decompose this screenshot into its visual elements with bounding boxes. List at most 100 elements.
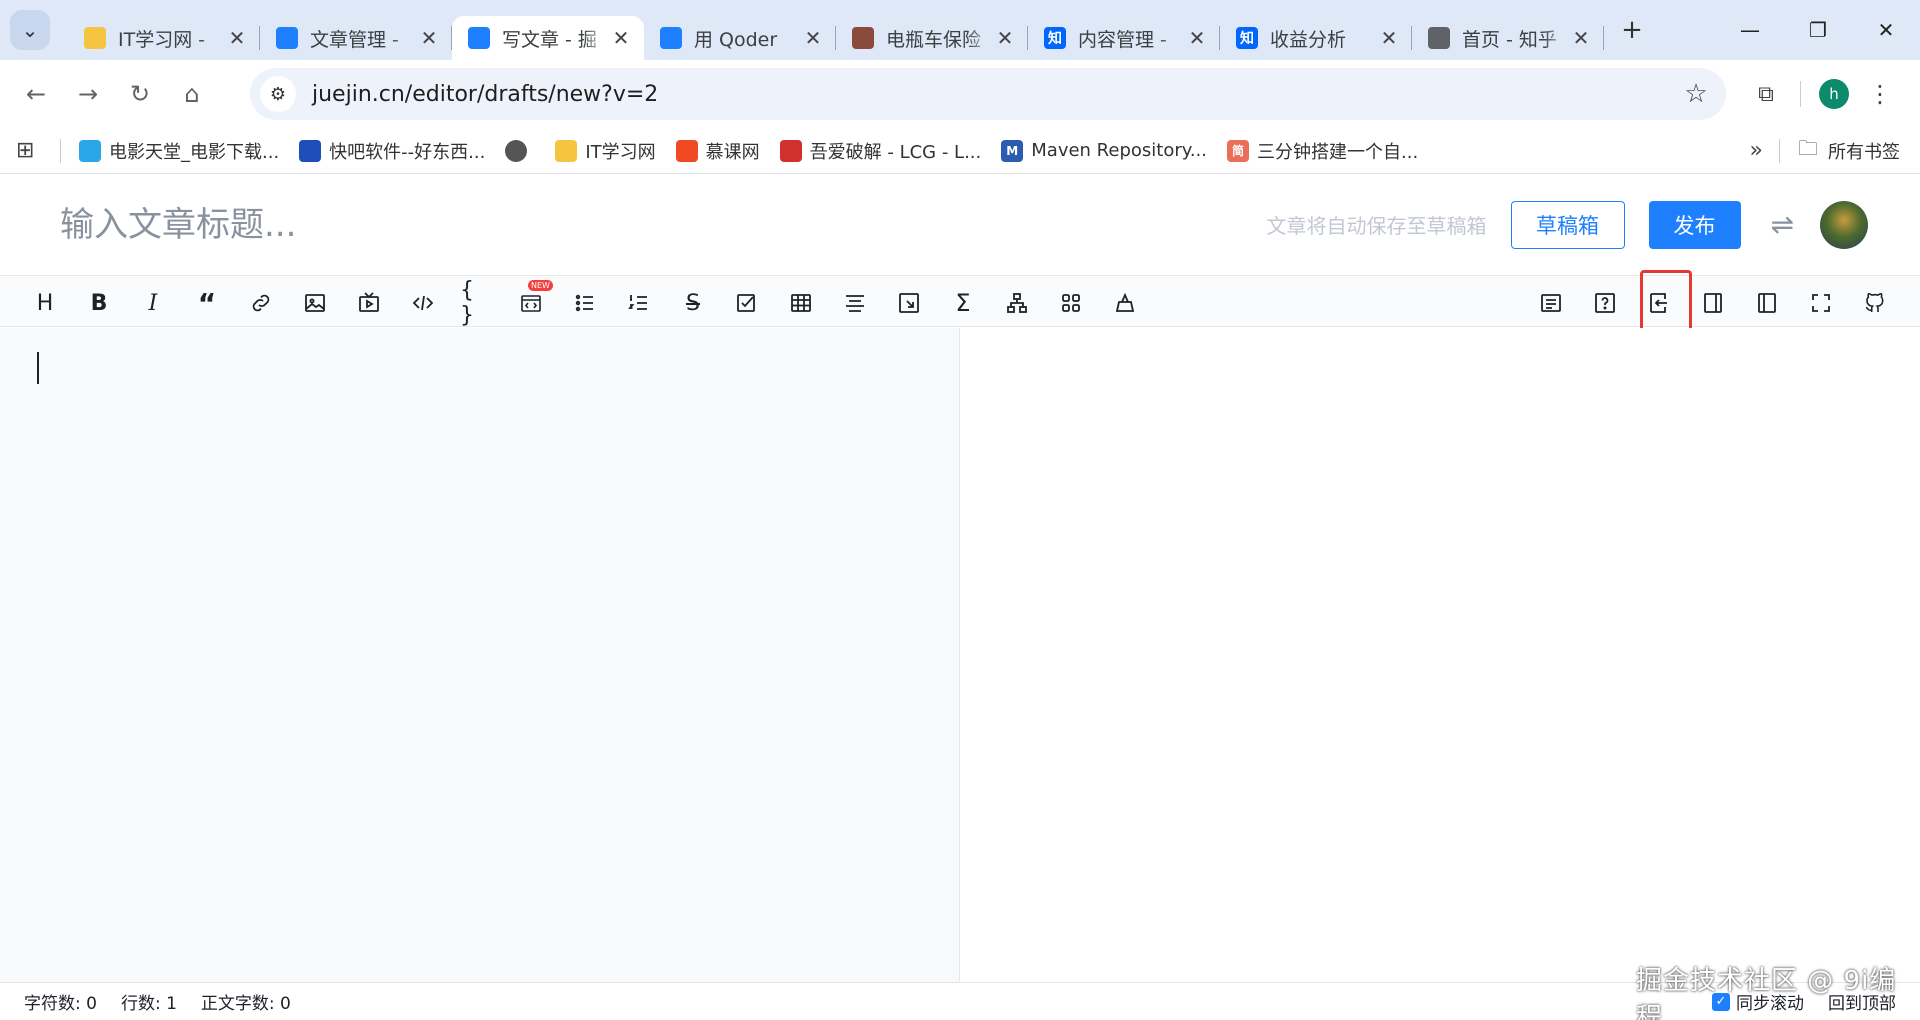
- bookmarks-divider: [60, 138, 61, 163]
- strikethrough-icon[interactable]: S: [676, 286, 710, 320]
- fullscreen-icon[interactable]: [1804, 286, 1838, 320]
- tab-close-icon[interactable]: ✕: [418, 26, 440, 50]
- switch-editor-icon[interactable]: ⇌: [1771, 208, 1794, 241]
- tab-close-icon[interactable]: ✕: [1186, 26, 1208, 50]
- address-bar[interactable]: ⚙ juejin.cn/editor/drafts/new?v=2 ☆: [250, 68, 1726, 120]
- bookmark-list: 电影天堂_电影下载... 快吧软件--好东西... IT学习网 慕课网 吾爱破解 - L…: [79, 138, 1438, 164]
- tab-close-icon[interactable]: ✕: [610, 26, 632, 50]
- tab-close-icon[interactable]: ✕: [1570, 26, 1592, 50]
- browser-tab[interactable]: 首页 - 知乎 ✕: [1412, 16, 1604, 60]
- drafts-button[interactable]: 草稿箱: [1510, 200, 1625, 249]
- image-icon[interactable]: [298, 286, 332, 320]
- theme-icon[interactable]: [1108, 286, 1142, 320]
- tab-title: IT学习网 -: [118, 28, 206, 51]
- tab-close-icon[interactable]: ✕: [994, 26, 1016, 50]
- code-snippet-icon[interactable]: NEW: [514, 280, 553, 320]
- table-icon[interactable]: [784, 286, 818, 320]
- reload-button[interactable]: ↻: [114, 68, 166, 120]
- markdown-toolbar: H B I “ { } NEW S Σ: [0, 277, 1920, 328]
- edit-only-icon[interactable]: [1696, 286, 1730, 320]
- restore-icon: ❐: [1809, 18, 1827, 42]
- bookmark-item[interactable]: 简三分钟搭建一个自...: [1227, 138, 1418, 164]
- browser-tab[interactable]: 电瓶车保险 ✕: [836, 16, 1028, 60]
- formula-icon[interactable]: Σ: [946, 286, 980, 320]
- more-menu-icon[interactable]: ⋮: [1865, 80, 1895, 108]
- tab-favicon-icon: 知: [1236, 27, 1258, 49]
- publish-button[interactable]: 发布: [1648, 200, 1741, 249]
- bookmark-item[interactable]: [505, 139, 535, 162]
- link-icon[interactable]: [244, 286, 278, 320]
- home-button[interactable]: ⌂: [166, 68, 218, 120]
- preview-only-icon[interactable]: [1750, 286, 1784, 320]
- all-bookmarks-button[interactable]: 🗀 所有书签: [1798, 134, 1900, 168]
- ordered-list-icon[interactable]: [622, 286, 656, 320]
- apps-grid-icon[interactable]: ⊞: [16, 138, 46, 163]
- toolbar-divider: [1800, 81, 1801, 107]
- url-text[interactable]: juejin.cn/editor/drafts/new?v=2: [312, 82, 1676, 107]
- close-window-button[interactable]: ✕: [1852, 0, 1920, 60]
- markdown-editor-pane[interactable]: [0, 328, 960, 982]
- minimize-button[interactable]: —: [1716, 0, 1784, 60]
- quote-icon[interactable]: “: [190, 286, 224, 320]
- bookmark-star-icon[interactable]: ☆: [1676, 79, 1716, 109]
- tab-title: 收益分析: [1270, 28, 1347, 51]
- browser-tab[interactable]: 知内容管理 - ✕: [1028, 16, 1220, 60]
- tab-favicon-icon: [84, 27, 106, 49]
- toolbar-actions: ⧉ h ⋮: [1744, 72, 1895, 116]
- browser-tab[interactable]: 写文章 - 掘 ✕: [452, 16, 644, 60]
- bookmark-item[interactable]: M Maven Repository...: [1001, 139, 1207, 162]
- bookmark-item[interactable]: 吾爱破解 - LCG - L...: [779, 138, 981, 164]
- code-block-icon[interactable]: { }: [460, 278, 494, 328]
- bookmark-label: 快吧软件--好东西...: [329, 141, 486, 163]
- forward-button[interactable]: →: [62, 68, 114, 120]
- article-title-input[interactable]: [60, 194, 1160, 255]
- back-button[interactable]: ←: [10, 68, 62, 120]
- italic-icon[interactable]: I: [136, 286, 170, 320]
- new-tab-button[interactable]: +: [1612, 10, 1652, 50]
- bookmark-item[interactable]: 慕课网: [675, 138, 760, 164]
- bookmark-item[interactable]: 电影天堂_电影下载...: [79, 138, 279, 164]
- browser-tab[interactable]: 文章管理 - ✕: [260, 16, 452, 60]
- align-center-icon[interactable]: [838, 286, 872, 320]
- tab-title: 内容管理 -: [1078, 28, 1167, 51]
- unordered-list-icon[interactable]: [568, 286, 602, 320]
- site-settings-icon[interactable]: ⚙: [260, 76, 296, 112]
- browser-tab-strip: ⌄ IT学习网 - ✕ 文章管理 - ✕ 写文章 - 掘 ✕ 用 Qoder ✕ 电瓶车保险 ✕ 知…: [0, 0, 1920, 60]
- folder-icon: 🗀: [1798, 135, 1818, 160]
- heading-icon[interactable]: H: [28, 286, 62, 320]
- expand-icon[interactable]: [892, 286, 926, 320]
- extensions-icon[interactable]: ⧉: [1744, 72, 1788, 116]
- browser-tab[interactable]: 知收益分析 ✕: [1220, 16, 1412, 60]
- browser-toolbar: ← → ↻ ⌂ ⚙ juejin.cn/editor/drafts/new?v=…: [0, 60, 1920, 128]
- bookmark-favicon-icon: 简: [1227, 139, 1249, 162]
- bookmark-label: 慕课网: [705, 141, 760, 163]
- autosave-hint: 文章将自动保存至草稿箱: [1266, 214, 1487, 238]
- tab-search-button[interactable]: ⌄: [10, 10, 50, 50]
- outline-icon[interactable]: [1534, 286, 1568, 320]
- help-icon[interactable]: [1588, 286, 1622, 320]
- user-avatar[interactable]: [1820, 200, 1868, 249]
- video-icon[interactable]: [352, 286, 386, 320]
- github-icon[interactable]: [1858, 286, 1892, 320]
- sync-left-icon[interactable]: [1642, 286, 1676, 320]
- text-cursor: [37, 352, 39, 384]
- bookmark-item[interactable]: 快吧软件--好东西...: [299, 138, 485, 164]
- diagram-icon[interactable]: [1000, 286, 1034, 320]
- tab-close-icon[interactable]: ✕: [226, 26, 248, 50]
- grid-icon[interactable]: [1054, 286, 1088, 320]
- tab-title: 用 Qoder: [694, 28, 778, 51]
- inline-code-icon[interactable]: [406, 286, 440, 320]
- task-list-icon[interactable]: [730, 286, 764, 320]
- watermark: 掘金技术社区 @ 9i编程: [1636, 966, 1897, 1020]
- bookmarks-overflow-icon[interactable]: »: [1750, 138, 1763, 163]
- bookmark-item[interactable]: IT学习网: [555, 138, 656, 164]
- chevron-down-icon: ⌄: [21, 18, 39, 42]
- tab-close-icon[interactable]: ✕: [1378, 26, 1400, 50]
- browser-tab[interactable]: 用 Qoder ✕: [644, 16, 836, 60]
- bold-icon[interactable]: B: [82, 286, 116, 320]
- profile-avatar[interactable]: h: [1819, 79, 1849, 109]
- browser-tab[interactable]: IT学习网 - ✕: [68, 16, 260, 60]
- restore-button[interactable]: ❐: [1784, 0, 1852, 60]
- tab-close-icon[interactable]: ✕: [802, 26, 824, 50]
- arrow-left-icon: ←: [25, 80, 47, 108]
